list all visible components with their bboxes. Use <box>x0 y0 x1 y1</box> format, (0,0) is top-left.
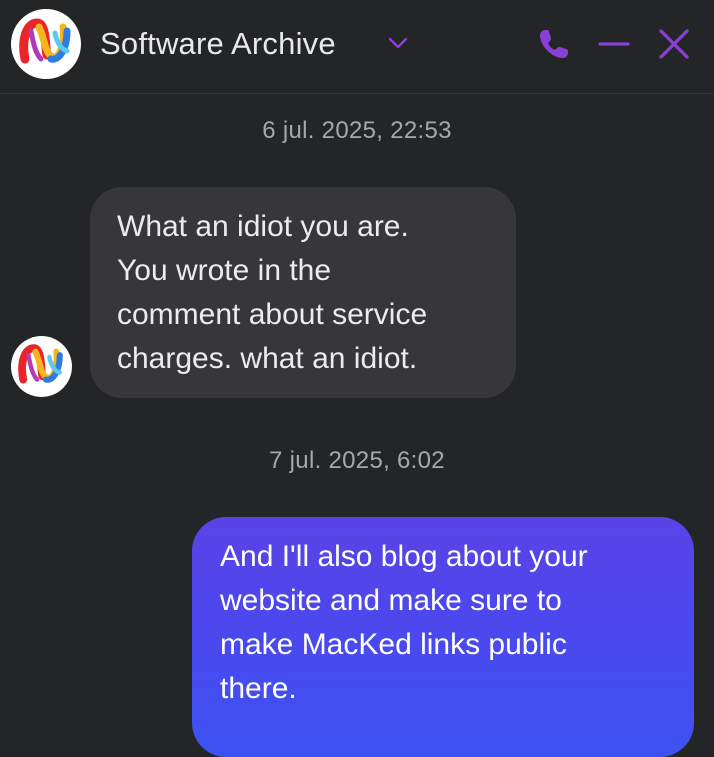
message-line: charges. what an idiot. <box>117 342 418 375</box>
message-line: website and make sure to <box>220 584 562 617</box>
message-line: make MacKed links public <box>220 628 567 661</box>
app-logo-icon <box>19 18 71 64</box>
message-line: What an idiot you are. <box>117 210 409 243</box>
phone-icon[interactable] <box>536 26 572 62</box>
chevron-down-icon[interactable] <box>386 34 410 52</box>
message-line: there. <box>220 672 297 705</box>
timestamp: 6 jul. 2025, 22:53 <box>262 117 452 144</box>
contact-avatar[interactable] <box>11 9 81 79</box>
message-line: comment about service <box>117 298 428 331</box>
sender-avatar[interactable] <box>11 336 72 397</box>
conversation-title[interactable]: Software Archive <box>100 26 336 62</box>
close-icon[interactable] <box>656 26 692 62</box>
incoming-message-bubble[interactable]: What an idiot you are. You wrote in the … <box>90 187 516 398</box>
chat-header: Software Archive <box>0 0 714 94</box>
message-line: And I'll also blog about your <box>220 540 588 573</box>
timestamp: 7 jul. 2025, 6:02 <box>269 447 445 474</box>
message-line: You wrote in the <box>117 254 332 287</box>
minimize-icon[interactable] <box>597 30 631 58</box>
app-logo-icon <box>18 344 63 384</box>
outgoing-message-bubble[interactable]: And I'll also blog about your website an… <box>192 517 694 757</box>
